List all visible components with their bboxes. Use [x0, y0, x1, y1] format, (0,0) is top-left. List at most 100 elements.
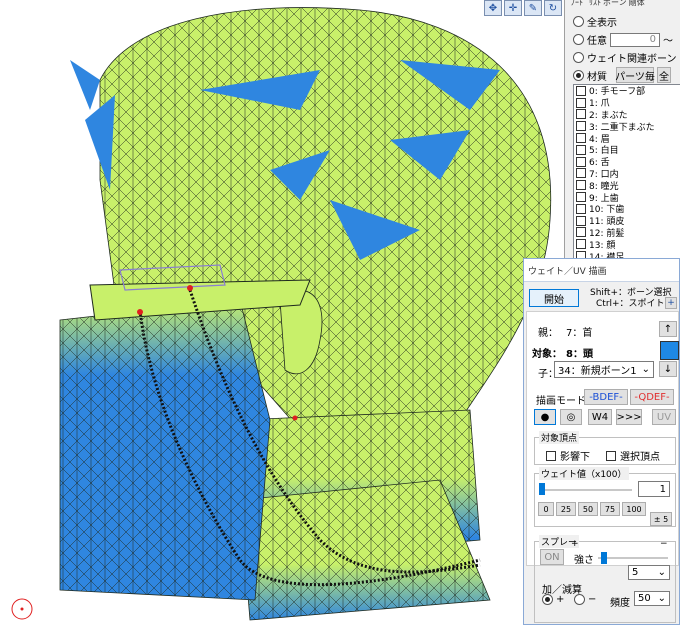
- pen-icon[interactable]: ✎: [524, 0, 542, 16]
- material-item[interactable]: 1: 爪: [574, 97, 680, 109]
- material-item[interactable]: 4: 眉: [574, 132, 680, 145]
- strength-select[interactable]: 5 ⌄: [628, 565, 670, 580]
- material-checkbox[interactable]: [576, 239, 586, 250]
- dialog-title: ウェイト／UV 描画: [524, 259, 679, 282]
- preset-75-button[interactable]: 75: [600, 502, 620, 516]
- add-option[interactable]: +: [542, 594, 564, 605]
- material-item[interactable]: 11: 頭皮: [574, 215, 680, 227]
- arbitrary-radio[interactable]: [573, 34, 584, 45]
- material-checkbox[interactable]: [576, 85, 586, 96]
- move-axis-icon[interactable]: ✛: [504, 0, 522, 16]
- target-color-swatch[interactable]: [660, 341, 679, 360]
- add-radio[interactable]: [542, 594, 553, 605]
- uv-button[interactable]: UV: [652, 409, 676, 425]
- tab-list[interactable]: ﾘｽﾄ: [589, 0, 601, 8]
- material-checkbox[interactable]: [576, 215, 586, 226]
- preset-100-button[interactable]: 100: [622, 502, 646, 516]
- affected-below-option[interactable]: 影響下: [546, 448, 590, 463]
- material-option[interactable]: 材質 パーツ毎 全: [573, 67, 671, 83]
- material-item[interactable]: 2: まぶた: [574, 109, 680, 121]
- tab-node[interactable]: ﾉｰﾄﾞ: [571, 0, 587, 8]
- chevron-down-icon: ⌄: [657, 593, 666, 604]
- model-render: [11, 7, 552, 621]
- material-checkbox[interactable]: [576, 192, 586, 203]
- show-all-label: 全表示: [587, 18, 617, 29]
- w4-button[interactable]: W4: [588, 409, 612, 425]
- weight-bones-radio[interactable]: [573, 52, 584, 63]
- arbitrary-option[interactable]: 任意 0 ～: [573, 32, 673, 47]
- up-arrow-button[interactable]: ↑: [659, 321, 677, 337]
- material-radio[interactable]: [573, 69, 584, 81]
- weight-slider-track[interactable]: [540, 489, 632, 491]
- parent-label: 親：: [538, 328, 558, 339]
- brush-ring-button[interactable]: ◎: [560, 409, 582, 425]
- start-button[interactable]: 開始: [529, 289, 579, 307]
- target-value: 8：頭: [566, 349, 593, 360]
- strength-slider-thumb[interactable]: [600, 552, 607, 564]
- preset-25-button[interactable]: 25: [556, 502, 576, 516]
- material-checkbox[interactable]: [576, 144, 586, 155]
- spray-on-button[interactable]: ON: [540, 549, 564, 565]
- weight-bones-option[interactable]: ウェイト関連ボーン: [573, 50, 677, 65]
- material-item[interactable]: 7: 口内: [574, 168, 680, 180]
- strength-slider-track[interactable]: [598, 557, 668, 559]
- material-item[interactable]: 0: 手モーフ部: [574, 85, 680, 97]
- selected-vertex-checkbox[interactable]: [606, 450, 616, 461]
- chevron-down-icon: ⌄: [641, 364, 650, 375]
- material-checkbox[interactable]: [576, 109, 586, 120]
- material-checkbox[interactable]: [576, 227, 586, 238]
- sub-radio[interactable]: [574, 594, 585, 605]
- child-select[interactable]: 34：新規ボーン1 ⌄: [554, 361, 654, 378]
- strength-value: 5: [632, 567, 639, 578]
- parent-value: 7：首: [566, 328, 593, 339]
- preset-50-button[interactable]: 50: [578, 502, 598, 516]
- frequency-label: 頻度: [610, 598, 630, 609]
- material-item[interactable]: 6: 舌: [574, 156, 680, 168]
- qdef-button[interactable]: -QDEF-: [630, 389, 674, 405]
- down-arrow-button[interactable]: ↓: [659, 361, 677, 377]
- show-all-option[interactable]: 全表示: [573, 14, 617, 29]
- material-checkbox[interactable]: [576, 156, 586, 167]
- material-checkbox[interactable]: [576, 168, 586, 179]
- material-item[interactable]: 12: 前髪: [574, 227, 680, 239]
- material-checkbox[interactable]: [576, 97, 586, 108]
- selected-vertex-option[interactable]: 選択頂点: [606, 448, 660, 463]
- arbitrary-label: 任意: [587, 36, 607, 47]
- sub-option-label: −: [588, 594, 597, 605]
- bdef-button[interactable]: -BDEF-: [584, 389, 628, 405]
- sub-option[interactable]: −: [574, 594, 596, 605]
- material-checkbox[interactable]: [576, 133, 586, 144]
- move-cross-icon[interactable]: ✥: [484, 0, 502, 16]
- material-item[interactable]: 9: 上歯: [574, 191, 680, 204]
- rotate-icon[interactable]: ↻: [544, 0, 562, 16]
- plus-minus-5-button[interactable]: ± 5: [650, 512, 672, 526]
- all-button[interactable]: 全: [657, 67, 671, 83]
- display-select-panel: ﾉｰﾄﾞ ﾘｽﾄ ボーン 剛体 全表示 任意 0 ～ ウェイト関連ボーン 材質 …: [564, 0, 680, 270]
- parts-button[interactable]: パーツ毎: [615, 67, 655, 83]
- arrows-button[interactable]: >>>: [616, 409, 642, 425]
- material-item[interactable]: 8: 瞳光: [574, 179, 680, 192]
- weight-value-input[interactable]: 1: [638, 481, 670, 497]
- ctrl-hint: Ctrl+：スポイト: [596, 299, 665, 309]
- material-checkbox[interactable]: [576, 180, 586, 191]
- spray-minus-label: −: [660, 539, 668, 549]
- tab-bone[interactable]: ボーン: [603, 0, 627, 8]
- selected-vertex-label: 選択頂点: [620, 452, 660, 463]
- spray-plus-label: +: [571, 539, 579, 549]
- material-item[interactable]: 10: 下歯: [574, 203, 680, 215]
- material-list[interactable]: 0: 手モーフ部 1: 爪 2: まぶた 3: 二重下まぶた 4: 眉 5: 白目 6: 舌…: [573, 84, 680, 264]
- show-all-radio[interactable]: [573, 16, 584, 27]
- material-checkbox[interactable]: [576, 203, 586, 214]
- material-item[interactable]: 3: 二重下まぶた: [574, 120, 680, 133]
- brush-dot-button[interactable]: ●: [534, 409, 556, 425]
- arbitrary-input[interactable]: 0: [610, 32, 660, 47]
- material-item[interactable]: 13: 顔: [574, 238, 680, 251]
- weight-slider-thumb[interactable]: [538, 483, 545, 495]
- affected-below-checkbox[interactable]: [546, 450, 556, 461]
- preset-0-button[interactable]: 0: [538, 502, 554, 516]
- material-checkbox[interactable]: [576, 121, 586, 132]
- tab-rigid[interactable]: 剛体: [629, 0, 645, 8]
- material-item[interactable]: 5: 白目: [574, 144, 680, 156]
- expand-button[interactable]: +: [665, 297, 677, 309]
- frequency-select[interactable]: 50 ⌄: [634, 591, 670, 606]
